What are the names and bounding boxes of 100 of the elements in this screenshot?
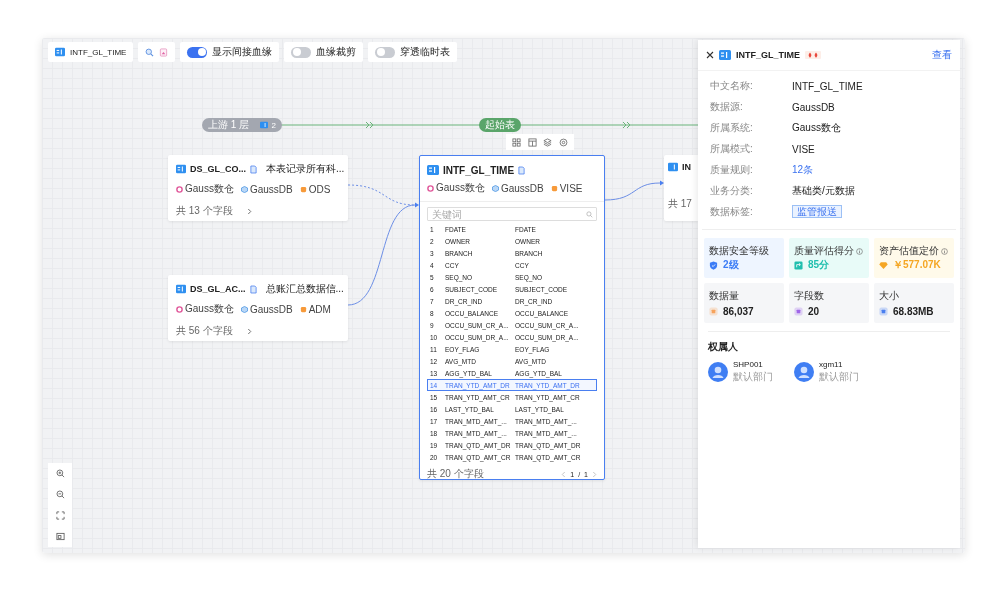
upstream-count: 2 [271, 120, 276, 130]
diamond-icon [879, 260, 888, 270]
owners-heading: 权属人 [708, 340, 739, 354]
datasource-label: GaussDB [500, 182, 544, 194]
search-field[interactable]: 关键词 [427, 207, 597, 221]
property-value: INTF_GL_TIME [792, 80, 864, 92]
ring-icon [176, 185, 183, 193]
metric-value: ￥577.07K [893, 258, 941, 272]
property-label: 数据标签: [710, 205, 754, 219]
toggle-switch[interactable] [375, 46, 396, 58]
zoom-in-icon[interactable] [55, 469, 65, 478]
ring-icon [176, 305, 183, 313]
node-description: 本表记录所有科... [266, 162, 345, 176]
table-icon [719, 49, 731, 61]
property-label: 数据源: [710, 100, 744, 114]
system-label: Gauss数仓 [185, 182, 234, 196]
settings-icon[interactable] [558, 137, 568, 147]
metric-value: 86,037 [723, 306, 754, 317]
connector-line [604, 180, 664, 201]
owner-name: xgm11 [819, 360, 844, 369]
upstream-label: 上游 1 层 [208, 118, 251, 132]
help-icon[interactable] [941, 247, 948, 255]
node-title: IN [682, 162, 691, 172]
metric-label: 质量评估得分 [794, 244, 854, 258]
field-count: 共 20 个字段 [427, 467, 484, 481]
chevron-right-icon[interactable] [246, 207, 252, 215]
metric-value: 85分 [808, 258, 830, 272]
table-name: INTF_GL_TIME [70, 47, 127, 57]
list-icon [709, 307, 718, 316]
cube-icon [491, 184, 499, 192]
double-chevron-icon [622, 121, 631, 129]
image-icon[interactable] [159, 47, 169, 57]
search-icon [586, 210, 593, 218]
table-node[interactable]: DS_GL_CO... 本表记录所有科... Gauss数仓 GaussDB ODS 共 13 个字段 [168, 155, 348, 221]
toggle-switch[interactable] [187, 46, 208, 58]
table-icon [176, 284, 186, 294]
field-icon [794, 307, 803, 316]
owner-name: SHP001 [733, 360, 764, 369]
close-icon[interactable] [706, 51, 714, 59]
datasource-label: GaussDB [249, 303, 293, 315]
grid-icon[interactable] [512, 137, 522, 147]
property-label: 业务分类: [710, 184, 754, 198]
node-title: DS_GL_AC... [190, 284, 246, 294]
property-label: 所属系统: [710, 121, 754, 135]
cube-icon [240, 185, 248, 193]
minimap-icon[interactable] [55, 532, 65, 541]
table-icon [55, 47, 65, 57]
storage-icon [879, 307, 888, 316]
property-label: 所属模式: [710, 142, 754, 156]
shield-icon [709, 260, 718, 270]
schema-icon [550, 184, 558, 192]
owner-department: 默认部门 [819, 370, 859, 384]
ring-icon [427, 184, 434, 192]
metric-label: 大小 [879, 289, 899, 303]
node-title: INTF_GL_TIME [443, 164, 515, 176]
table-icon [668, 162, 678, 172]
document-icon [250, 164, 257, 174]
table-node[interactable] [419, 155, 605, 480]
property-value: VISE [792, 143, 816, 155]
metric-label: 数据量 [709, 289, 739, 303]
property-value: Gauss数仓 [792, 121, 842, 135]
panel-title: INTF_GL_TIME [736, 50, 800, 60]
toggle-label: 血缘裁剪 [316, 45, 357, 59]
table-node[interactable]: DS_GL_AC... 总账汇总数据信... Gauss数仓 GaussDB ADM 共 56 个字段 [168, 275, 348, 341]
metric-label: 资产估值定价 [879, 244, 939, 258]
metric-value: 68.83MB [893, 306, 934, 317]
help-icon[interactable] [856, 247, 863, 255]
flame-icon [805, 51, 821, 59]
metric-value: 2级 [723, 258, 739, 272]
node-description: 总账汇总数据信... [265, 282, 344, 296]
datasource-label: GaussDB [249, 183, 293, 195]
system-label: Gauss数仓 [185, 302, 234, 316]
property-value: 基础类/元数据 [792, 184, 856, 198]
table-icon [259, 121, 268, 129]
layers-icon[interactable] [543, 137, 553, 147]
property-value: GaussDB [792, 101, 836, 113]
toggle-switch[interactable] [291, 46, 312, 58]
schema-label: ODS [308, 183, 331, 195]
fit-screen-icon[interactable] [55, 511, 65, 520]
schema-icon [299, 305, 307, 313]
schema-label: ADM [308, 303, 331, 315]
chevron-right-icon[interactable] [246, 327, 252, 335]
owner-department: 默认部门 [733, 370, 773, 384]
table-icon [427, 164, 439, 176]
field-count: 共 56 个字段 [176, 324, 233, 338]
panel-icon[interactable] [527, 137, 537, 147]
field-count: 共 17 [668, 197, 693, 211]
toggle-label: 穿透临时表 [400, 45, 451, 59]
schema-label: VISE [559, 182, 583, 194]
zoom-out-icon[interactable] [55, 490, 65, 499]
toggle-label: 显示间接血缘 [212, 45, 273, 59]
schema-icon [299, 185, 307, 193]
search-icon[interactable] [145, 47, 155, 57]
document-icon [518, 165, 526, 175]
avatar-icon [794, 362, 814, 382]
quality-rules-link[interactable]: 12条 [792, 163, 948, 177]
data-tag: 监管报送 [792, 205, 842, 218]
view-link[interactable]: 查看 [932, 48, 952, 62]
property-label: 质量规则: [710, 163, 754, 177]
table-node[interactable]: IN 共 17 [664, 155, 698, 221]
